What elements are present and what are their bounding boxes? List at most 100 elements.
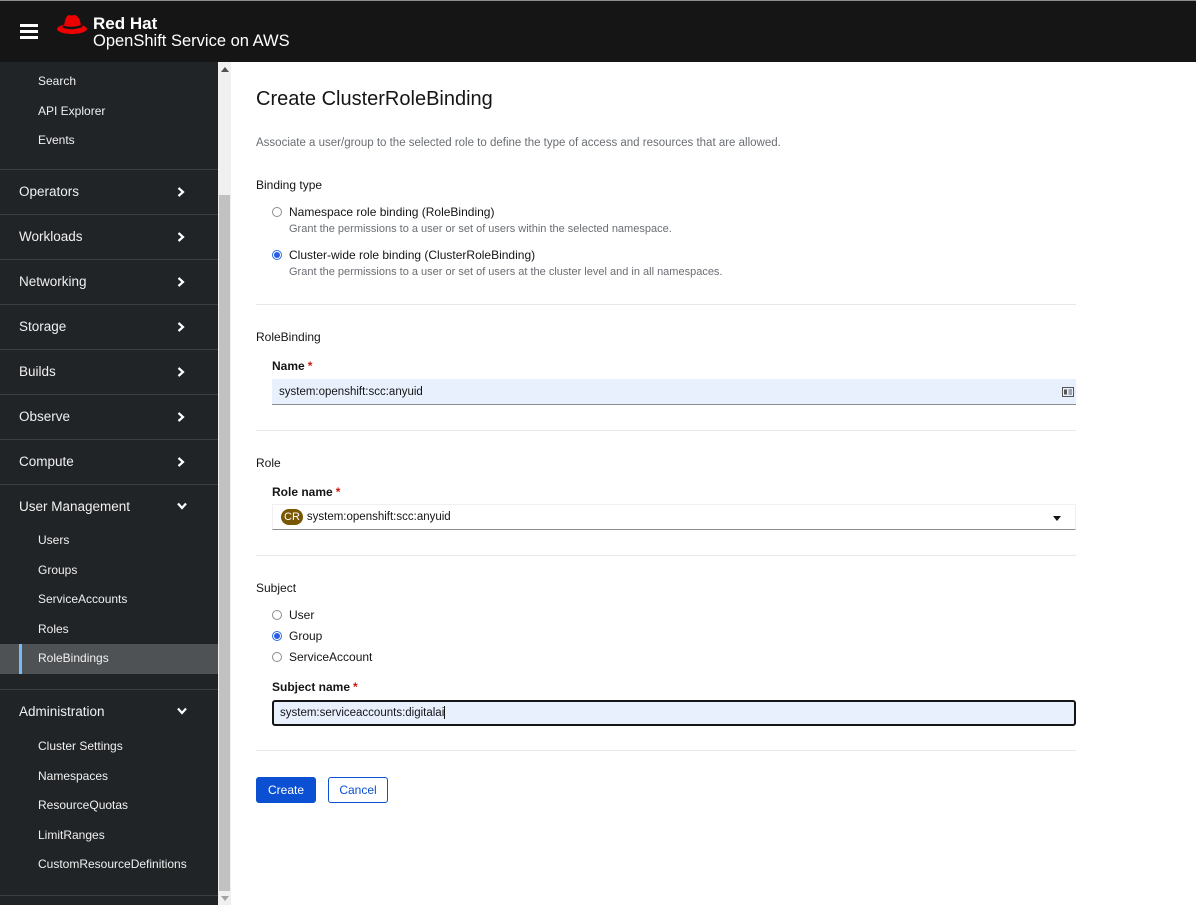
rolebinding-section-label: RoleBinding <box>256 330 321 344</box>
nav-group-toggle[interactable]: Administration <box>0 690 218 734</box>
radio-label: Group <box>289 629 323 643</box>
radio-button[interactable] <box>272 610 282 620</box>
subject-name-field-label: Subject name * <box>272 680 358 694</box>
nav-group-user-management: User Management Users Groups ServiceAcco… <box>0 484 218 689</box>
radio-namespace-role-binding[interactable]: Namespace role binding (RoleBinding) Gra… <box>272 205 672 235</box>
radio-help-text: Grant the permissions to a user or set o… <box>289 266 723 278</box>
nav-item-cluster-settings[interactable]: Cluster Settings <box>0 732 218 762</box>
nav-item-rolebindings[interactable]: RoleBindings <box>0 644 218 674</box>
nav-item-users[interactable]: Users <box>0 526 218 556</box>
role-name-dropdown[interactable]: CR system:openshift:scc:anyuid <box>272 504 1076 530</box>
scroll-down-arrow-icon[interactable] <box>221 896 229 901</box>
create-button[interactable]: Create <box>256 777 316 803</box>
nav-item-search[interactable]: Search <box>0 67 218 97</box>
required-marker: * <box>335 485 341 499</box>
nav-group-administration: Administration Cluster Settings Namespac… <box>0 689 218 895</box>
nav-item-roles[interactable]: Roles <box>0 615 218 645</box>
nav-group-toggle[interactable]: Builds <box>0 350 218 394</box>
name-input-value: system:openshift:scc:anyuid <box>279 386 423 398</box>
nav-group-toggle[interactable]: Workloads <box>0 215 218 259</box>
nav-group-toggle[interactable]: Compute <box>0 440 218 484</box>
divider <box>256 750 1076 751</box>
chevron-right-icon <box>177 395 189 439</box>
binding-type-label: Binding type <box>256 178 323 192</box>
name-input[interactable]: system:openshift:scc:anyuid <box>272 379 1076 405</box>
radio-button-checked[interactable] <box>272 631 282 641</box>
radio-button-checked[interactable] <box>272 250 282 260</box>
page-description: Associate a user/group to the selected r… <box>256 137 781 149</box>
nav-group-label: Operators <box>19 184 80 199</box>
role-section-label: Role <box>256 456 281 470</box>
nav-group-label: Administration <box>19 704 105 719</box>
nav-group-toggle[interactable]: User Management <box>0 485 218 529</box>
nav-item-serviceaccounts[interactable]: ServiceAccounts <box>0 585 218 615</box>
nav-group-label: Networking <box>19 274 87 289</box>
subject-name-value: system:serviceaccounts:digitalai <box>280 707 445 719</box>
role-name-value: system:openshift:scc:anyuid <box>306 511 451 523</box>
chevron-down-icon <box>177 485 189 529</box>
autofill-contact-card-icon[interactable] <box>1062 387 1074 397</box>
chevron-down-icon <box>177 690 189 734</box>
divider <box>256 304 1076 305</box>
cancel-button[interactable]: Cancel <box>328 777 388 803</box>
nav-top-items: Search API Explorer Events <box>0 62 218 169</box>
nav-item-events[interactable]: Events <box>0 126 218 156</box>
nav-group-workloads: Workloads <box>0 214 218 259</box>
radio-subject-user[interactable]: User <box>272 608 314 622</box>
radio-subject-serviceaccount[interactable]: ServiceAccount <box>272 650 372 664</box>
sidebar-scrollbar[interactable] <box>218 62 231 905</box>
chevron-right-icon <box>177 215 189 259</box>
subject-section-label: Subject <box>256 581 297 595</box>
nav-item-namespaces[interactable]: Namespaces <box>0 762 218 792</box>
brand-service: Service on AWS <box>166 32 290 50</box>
nav-group-toggle[interactable]: Operators <box>0 170 218 214</box>
sidebar-nav: Search API Explorer Events Operators Wor… <box>0 62 218 905</box>
nav-group-toggle[interactable]: Networking <box>0 260 218 304</box>
radio-button[interactable] <box>272 652 282 662</box>
radio-help-text: Grant the permissions to a user or set o… <box>289 223 672 235</box>
brand-openshift: OpenShift <box>93 32 167 50</box>
nav-group-networking: Networking <box>0 259 218 304</box>
chevron-right-icon <box>177 350 189 394</box>
nav-item-resourcequotas[interactable]: ResourceQuotas <box>0 791 218 821</box>
red-hat-logo-icon <box>57 15 87 34</box>
nav-group-label: Compute <box>19 454 74 469</box>
nav-group-label: Storage <box>19 319 67 334</box>
radio-subject-group[interactable]: Group <box>272 629 322 643</box>
hamburger-menu-icon[interactable] <box>20 24 38 40</box>
cluster-role-badge: CR <box>281 509 303 525</box>
radio-button[interactable] <box>272 207 282 217</box>
label-text: Name <box>272 359 305 373</box>
required-marker: * <box>307 359 313 373</box>
radio-label: Namespace role binding (RoleBinding) <box>289 205 495 219</box>
radio-cluster-role-binding[interactable]: Cluster-wide role binding (ClusterRoleBi… <box>272 248 723 278</box>
role-name-field-label: Role name * <box>272 485 340 499</box>
nav-group-toggle[interactable]: Storage <box>0 305 218 349</box>
nav-item-limitranges[interactable]: LimitRanges <box>0 821 218 851</box>
nav-group-label: Observe <box>19 409 71 424</box>
nav-group-toggle[interactable]: Observe <box>0 395 218 439</box>
chevron-right-icon <box>177 170 189 214</box>
brand-redhat: Red Hat <box>93 14 158 33</box>
label-text: Role name <box>272 485 333 499</box>
nav-item-api-explorer[interactable]: API Explorer <box>0 97 218 127</box>
chevron-right-icon <box>177 260 189 304</box>
nav-group-builds: Builds <box>0 349 218 394</box>
page-title: Create ClusterRoleBinding <box>256 88 493 110</box>
brand-product: OpenShift Service on AWS <box>93 32 290 51</box>
nav-group-observe: Observe <box>0 394 218 439</box>
radio-label: User <box>289 608 315 622</box>
scroll-up-arrow-icon[interactable] <box>221 67 229 72</box>
nav-group-label: User Management <box>19 499 131 514</box>
nav-item-customresourcedefinitions[interactable]: CustomResourceDefinitions <box>0 850 218 880</box>
subject-name-input[interactable]: system:serviceaccounts:digitalai <box>272 700 1076 726</box>
nav-item-groups[interactable]: Groups <box>0 556 218 586</box>
text-cursor <box>444 706 446 720</box>
nav-group-label: Workloads <box>19 229 83 244</box>
nav-group-label: Builds <box>19 364 56 379</box>
nav-group-compute: Compute <box>0 439 218 484</box>
divider <box>256 430 1076 431</box>
scrollbar-thumb[interactable] <box>219 195 230 891</box>
caret-down-icon <box>1053 516 1061 521</box>
radio-label: ServiceAccount <box>289 650 373 664</box>
